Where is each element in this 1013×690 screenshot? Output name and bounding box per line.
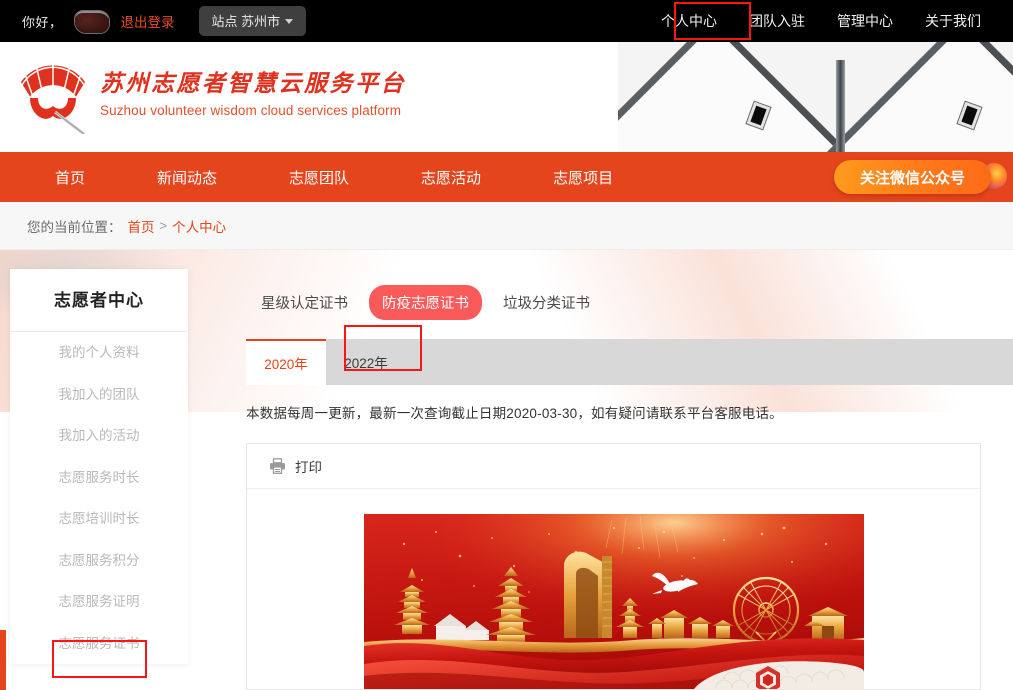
brand-logo-group[interactable]: 苏州志愿者智慧云服务平台 Suzhou volunteer wisdom clo… xyxy=(14,52,406,134)
sidebar-item-service-hours[interactable]: 志愿服务时长 xyxy=(10,457,188,499)
breadcrumb-current: 个人中心 xyxy=(172,219,227,235)
topnav-item-personal-center[interactable]: 个人中心 xyxy=(645,0,733,42)
update-notice-text: 本数据每周一更新，最新一次查询截止日期2020-03-30，如有疑问请联系平台客… xyxy=(246,406,783,421)
sidebar-item-my-activities[interactable]: 我加入的活动 xyxy=(10,415,188,457)
main-content: 星级认定证书 防疫志愿证书 垃圾分类证书 2020年 2022年 本数据每周一更… xyxy=(246,250,1013,690)
brand-title-en: Suzhou volunteer wisdom cloud services p… xyxy=(100,103,402,118)
header-architecture-photo xyxy=(618,42,1013,152)
year-tab-2022[interactable]: 2022年 xyxy=(326,339,406,385)
left-edge-accent-bar xyxy=(0,630,6,690)
print-button[interactable]: 打印 xyxy=(247,444,980,489)
printer-icon xyxy=(270,458,285,474)
year-tab-2020[interactable]: 2020年 xyxy=(246,339,326,385)
sidebar-item-training-hours[interactable]: 志愿培训时长 xyxy=(10,498,188,540)
sidebar-item-profile[interactable]: 我的个人资料 xyxy=(10,332,188,374)
logout-link[interactable]: 退出登录 xyxy=(121,11,175,31)
avatar[interactable] xyxy=(74,11,109,33)
print-button-label: 打印 xyxy=(295,460,322,475)
nav-item-home[interactable]: 首页 xyxy=(30,167,110,188)
certificate-image[interactable] xyxy=(363,514,864,689)
topnav-item-team-entry[interactable]: 团队入驻 xyxy=(733,0,821,42)
topnav-item-admin-center[interactable]: 管理中心 xyxy=(821,0,909,42)
sidebar-item-my-teams[interactable]: 我加入的团队 xyxy=(10,374,188,416)
nav-item-news[interactable]: 新闻动态 xyxy=(132,167,242,188)
certificate-artwork xyxy=(363,514,864,689)
site-header: 苏州志愿者智慧云服务平台 Suzhou volunteer wisdom clo… xyxy=(0,42,1013,152)
breadcrumb-separator: > xyxy=(159,218,168,233)
top-utility-bar: 你好， 退出登录 站点 苏州市 个人中心 团队入驻 管理中心 关于我们 xyxy=(0,0,1013,42)
top-nav: 个人中心 团队入驻 管理中心 关于我们 xyxy=(645,0,1013,42)
sidebar-item-service-proof[interactable]: 志愿服务证明 xyxy=(10,581,188,623)
sidebar: 志愿者中心 我的个人资料 我加入的团队 我加入的活动 志愿服务时长 志愿培训时长… xyxy=(10,269,188,664)
tab-star-certificate[interactable]: 星级认定证书 xyxy=(248,285,361,320)
brand-title-cn: 苏州志愿者智慧云服务平台 xyxy=(100,70,406,97)
follow-wechat-button[interactable]: 关注微信公众号 xyxy=(833,160,991,194)
sidebar-title: 志愿者中心 xyxy=(10,269,188,332)
page-body: 志愿者中心 我的个人资料 我加入的团队 我加入的活动 志愿服务时长 志愿培训时长… xyxy=(0,250,1013,690)
sidebar-item-service-points[interactable]: 志愿服务积分 xyxy=(10,540,188,582)
nav-item-activities[interactable]: 志愿活动 xyxy=(396,167,506,188)
greeting-text: 你好， xyxy=(22,14,63,30)
topbar-left-group: 你好， 退出登录 站点 苏州市 xyxy=(0,6,307,36)
chevron-down-icon xyxy=(285,19,294,24)
tab-epidemic-certificate[interactable]: 防疫志愿证书 xyxy=(369,285,482,320)
certificate-panel: 打印 xyxy=(246,443,981,690)
certificate-stage xyxy=(247,489,980,689)
breadcrumb: 您的当前位置： 首页 > 个人中心 xyxy=(0,202,1013,250)
nav-item-projects[interactable]: 志愿项目 xyxy=(528,167,638,188)
topnav-item-about-us[interactable]: 关于我们 xyxy=(909,0,997,42)
main-nav: 首页 新闻动态 志愿团队 志愿活动 志愿项目 关注微信公众号 xyxy=(0,152,1013,202)
tab-recycling-certificate[interactable]: 垃圾分类证书 xyxy=(490,285,603,320)
breadcrumb-home-link[interactable]: 首页 xyxy=(128,216,155,236)
site-selector[interactable]: 站点 苏州市 xyxy=(198,6,307,36)
certificate-tab-group: 星级认定证书 防疫志愿证书 垃圾分类证书 xyxy=(246,250,1013,320)
nav-item-teams[interactable]: 志愿团队 xyxy=(264,167,374,188)
breadcrumb-label: 您的当前位置： xyxy=(27,219,122,235)
sidebar-item-service-certificate[interactable]: 志愿服务证书 xyxy=(10,623,188,665)
suzhou-fan-logo-icon xyxy=(19,61,87,134)
year-tab-bar: 2020年 2022年 xyxy=(246,339,1013,385)
site-selector-label: 站点 苏州市 xyxy=(211,14,281,29)
